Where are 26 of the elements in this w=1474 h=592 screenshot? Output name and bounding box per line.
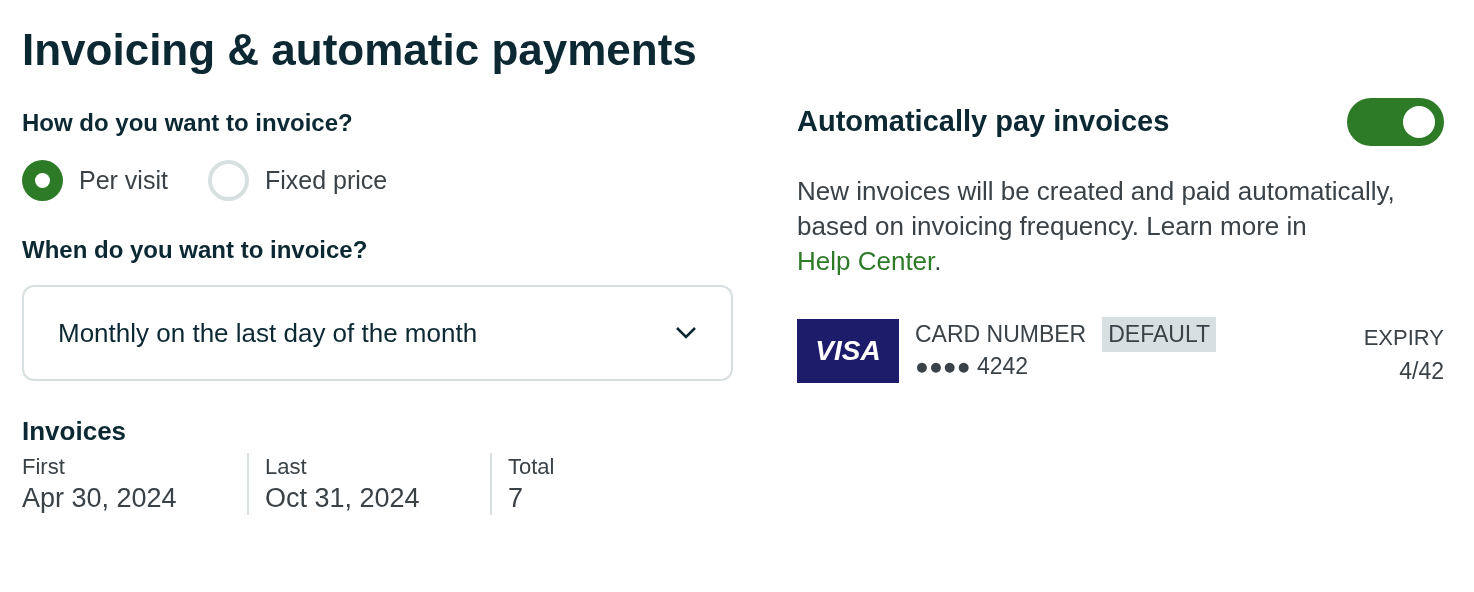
section-heading: Automatically pay invoices <box>797 104 1170 140</box>
stat-value: Oct 31, 2024 <box>265 482 421 515</box>
stat-value: Apr 30, 2024 <box>22 482 178 515</box>
card-brand-logo: VISA <box>797 319 899 383</box>
stat-label: Last <box>265 453 308 481</box>
stat-value: 7 <box>508 482 525 515</box>
radio-icon <box>207 160 249 201</box>
card-number: ●●●● 4242 <box>915 351 1030 380</box>
radio-option[interactable]: Fixed price <box>207 160 388 201</box>
expiry-label: EXPIRY <box>1363 324 1444 352</box>
question-label: How do you want to invoice? <box>22 108 354 138</box>
description-text: New invoices will be created and paid automatically, based on invoicing frequency. Learn more in Help Center. <box>797 175 1396 278</box>
stat-label: First <box>22 453 66 481</box>
section-heading: Invoices <box>22 415 128 447</box>
radio-icon <box>22 160 63 201</box>
stat-label: Total <box>508 453 556 481</box>
default-badge: DEFAULT <box>1102 317 1217 352</box>
card-number-label: CARD NUMBER <box>915 320 1087 349</box>
radio-option[interactable]: Per visit <box>22 160 168 201</box>
expiry-value: 4/42 <box>1399 357 1444 386</box>
page-title: Invoicing & automatic payments <box>22 24 698 76</box>
help-link[interactable]: Help Center <box>797 246 935 276</box>
frequency-dropdown[interactable]: Monthly on the last day of the month <box>22 285 733 381</box>
question-label: When do you want to invoice? <box>22 235 369 265</box>
chevron-down-icon <box>675 326 697 340</box>
toggle-switch[interactable] <box>1347 98 1444 146</box>
